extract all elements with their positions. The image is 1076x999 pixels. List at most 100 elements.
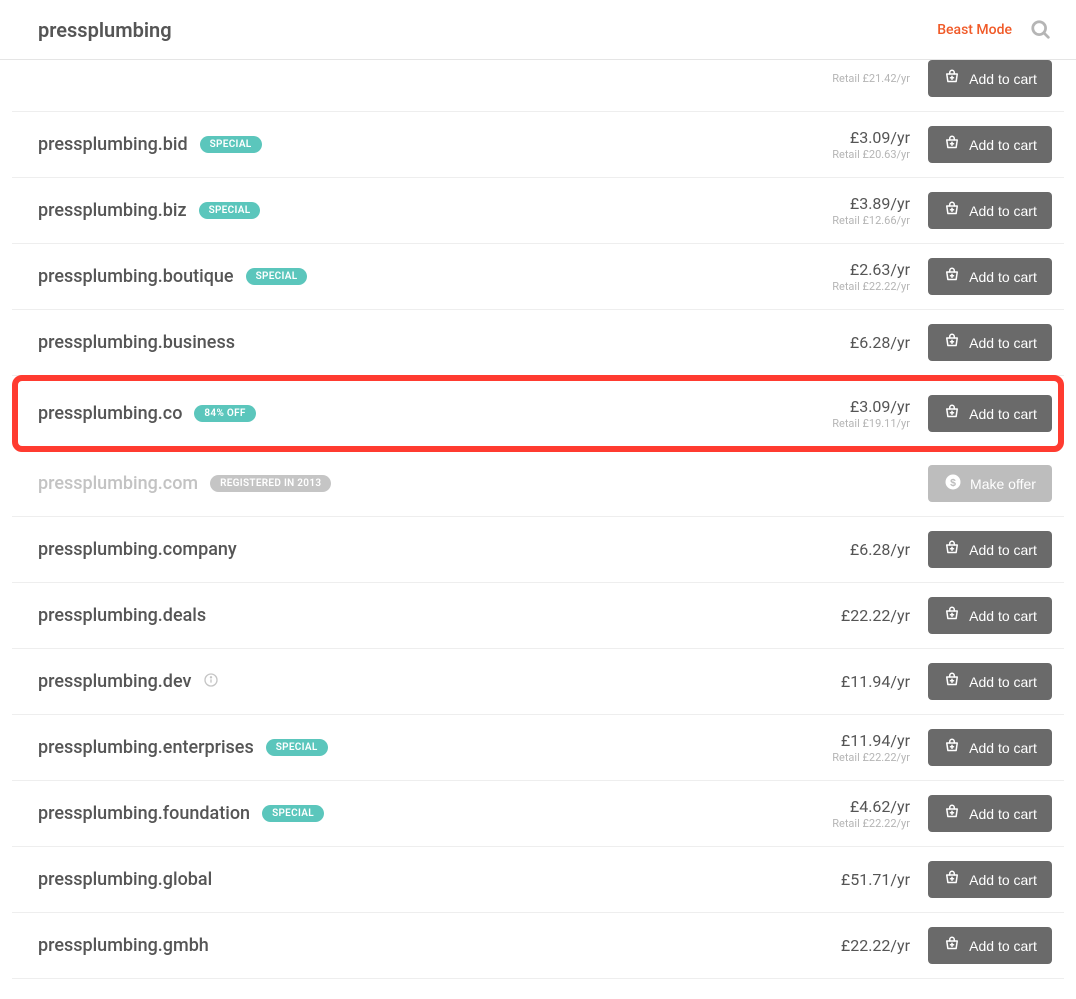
domain-name[interactable]: pressplumbing.enterprises <box>38 737 254 758</box>
button-label: Add to cart <box>969 335 1037 351</box>
retail-price: Retail £22.22/yr <box>832 751 910 764</box>
row-right: £6.28/yr Add to cart <box>850 324 1052 361</box>
price: £4.62/yr <box>832 797 910 816</box>
domain-name[interactable]: pressplumbing.company <box>38 539 237 560</box>
price: £3.09/yr <box>832 128 910 147</box>
domain-row: pressplumbing.business £6.28/yr Add to ca… <box>12 310 1064 376</box>
cart-icon <box>943 266 961 287</box>
domain-name[interactable]: pressplumbing.business <box>38 332 235 353</box>
domain-name[interactable]: pressplumbing.foundation <box>38 803 250 824</box>
add-to-cart-button[interactable]: Add to cart <box>928 597 1052 634</box>
badge: SPECIAL <box>200 136 262 153</box>
button-label: Add to cart <box>969 71 1037 87</box>
info-icon[interactable] <box>203 672 219 692</box>
retail-price: Retail £12.66/yr <box>832 214 910 227</box>
add-to-cart-button[interactable]: Add to cart <box>928 395 1052 432</box>
domain-name[interactable]: pressplumbing.com <box>38 473 198 494</box>
button-label: Add to cart <box>969 608 1037 624</box>
row-right: £22.22/yr Add to cart <box>841 597 1052 634</box>
add-to-cart-button[interactable]: Add to cart <box>928 927 1052 964</box>
make-offer-button[interactable]: $ Make offer <box>928 465 1052 502</box>
add-to-cart-button[interactable]: Add to cart <box>928 531 1052 568</box>
cart-icon <box>943 403 961 424</box>
cart-icon <box>943 539 961 560</box>
domain-name[interactable]: pressplumbing.co <box>38 403 182 424</box>
button-label: Add to cart <box>969 872 1037 888</box>
cart-icon <box>943 605 961 626</box>
row-right: Retail £21.42/yr Add to cart <box>832 60 1052 97</box>
price: £3.89/yr <box>832 194 910 213</box>
domain-name[interactable]: pressplumbing.boutique <box>38 266 234 287</box>
price-block: £51.71/yr <box>841 870 910 889</box>
row-left: pressplumbing.global <box>38 869 212 890</box>
price-block: £3.89/yrRetail £12.66/yr <box>832 194 910 226</box>
domain-row: pressplumbing.enterprisesSPECIAL £11.94/y… <box>12 715 1064 781</box>
row-left: pressplumbing.foundationSPECIAL <box>38 803 324 824</box>
retail-price: Retail £19.11/yr <box>832 417 910 430</box>
button-label: Add to cart <box>969 806 1037 822</box>
cart-icon <box>943 134 961 155</box>
cart-icon <box>943 68 961 89</box>
price: £11.94/yr <box>832 731 910 750</box>
domain-name[interactable]: pressplumbing.gmbh <box>38 935 209 956</box>
domain-list: Retail £21.42/yr Add to cart pressplumbin… <box>0 60 1076 999</box>
domain-name[interactable]: pressplumbing.deals <box>38 605 206 626</box>
price-block: £4.62/yrRetail £22.22/yr <box>832 797 910 829</box>
svg-text:$: $ <box>950 477 956 489</box>
domain-row: Retail £21.42/yr Add to cart <box>12 60 1064 112</box>
price-block: £11.94/yrRetail £22.22/yr <box>832 731 910 763</box>
retail-price: Retail £22.22/yr <box>832 280 910 293</box>
domain-row: pressplumbing.bid SPECIAL £3.09/yrRetail £… <box>12 112 1064 178</box>
price: £22.22/yr <box>841 936 910 955</box>
price-block: £3.09/yrRetail £19.11/yr <box>832 397 910 429</box>
domain-name[interactable]: pressplumbing.biz <box>38 200 187 221</box>
search-icon[interactable] <box>1030 19 1052 41</box>
domain-name[interactable]: pressplumbing.dev <box>38 671 191 692</box>
row-left: pressplumbing.enterprisesSPECIAL <box>38 737 328 758</box>
button-label: Add to cart <box>969 542 1037 558</box>
row-right: £4.62/yrRetail £22.22/yr Add to cart <box>832 795 1052 832</box>
domain-row: pressplumbing.global £51.71/yr Add to car… <box>12 847 1064 913</box>
row-left: pressplumbing.dev <box>38 671 219 692</box>
cart-icon <box>943 671 961 692</box>
header: pressplumbing Beast Mode <box>0 0 1076 60</box>
domain-name[interactable]: pressplumbing.bid <box>38 134 188 155</box>
row-right: £3.89/yrRetail £12.66/yr Add to cart <box>832 192 1052 229</box>
badge: SPECIAL <box>246 268 308 285</box>
price-block: £2.63/yrRetail £22.22/yr <box>832 260 910 292</box>
cart-icon <box>943 935 961 956</box>
cart-icon <box>943 803 961 824</box>
price-block: £6.28/yr <box>850 333 910 352</box>
add-to-cart-button[interactable]: Add to cart <box>928 192 1052 229</box>
add-to-cart-button[interactable]: Add to cart <box>928 126 1052 163</box>
domain-row: pressplumbing.comREGISTERED IN 2013 $ Ma… <box>12 451 1064 517</box>
add-to-cart-button[interactable]: Add to cart <box>928 795 1052 832</box>
domain-row: pressplumbing.bizSPECIAL£3.89/yrRetail £… <box>12 178 1064 244</box>
add-to-cart-button[interactable]: Add to cart <box>928 663 1052 700</box>
price-block: £22.22/yr <box>841 606 910 625</box>
row-left: pressplumbing.gmbh <box>38 935 209 956</box>
row-right: £11.94/yr Add to cart <box>841 663 1052 700</box>
domain-name[interactable]: pressplumbing.global <box>38 869 212 890</box>
row-left: pressplumbing.co84% OFF <box>38 403 256 424</box>
button-label: Add to cart <box>969 674 1037 690</box>
row-right: £22.22/yr Add to cart <box>841 927 1052 964</box>
domain-row: pressplumbing.foundationSPECIAL £4.62/yrR… <box>12 781 1064 847</box>
beast-mode-link[interactable]: Beast Mode <box>937 22 1012 38</box>
button-label: Add to cart <box>969 137 1037 153</box>
add-to-cart-button[interactable]: Add to cart <box>928 324 1052 361</box>
add-to-cart-button[interactable]: Add to cart <box>928 729 1052 766</box>
row-left: pressplumbing.deals <box>38 605 206 626</box>
row-left: pressplumbing.business <box>38 332 235 353</box>
price: £11.94/yr <box>841 672 910 691</box>
button-label: Make offer <box>970 476 1036 492</box>
offer-icon: $ <box>944 473 962 494</box>
add-to-cart-button[interactable]: Add to cart <box>928 861 1052 898</box>
page-title: pressplumbing <box>38 18 172 42</box>
button-label: Add to cart <box>969 740 1037 756</box>
add-to-cart-button[interactable]: Add to cart <box>928 60 1052 97</box>
add-to-cart-button[interactable]: Add to cart <box>928 258 1052 295</box>
row-right: £51.71/yr Add to cart <box>841 861 1052 898</box>
row-right: £3.09/yrRetail £20.63/yr Add to cart <box>832 126 1052 163</box>
cart-icon <box>943 332 961 353</box>
